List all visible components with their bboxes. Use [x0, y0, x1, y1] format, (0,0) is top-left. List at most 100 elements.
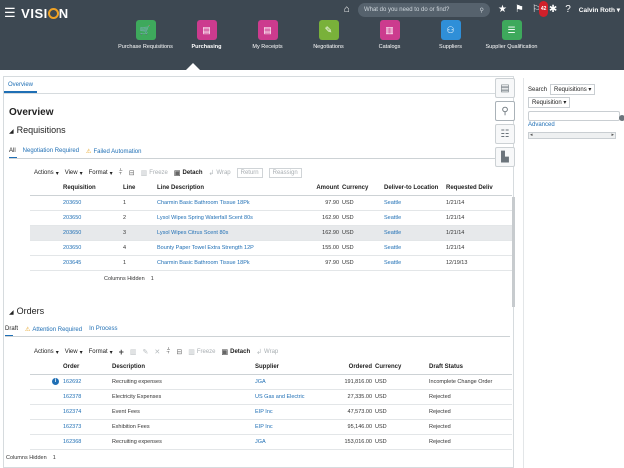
format-menu[interactable]: Format ▾ — [89, 170, 113, 177]
subtab-negotiation-required[interactable]: Negotiation Required — [23, 148, 79, 155]
return-button[interactable]: Return — [236, 168, 263, 178]
search-panel-scrollbar[interactable]: ◂ ▸ — [528, 132, 616, 139]
requisition-link[interactable]: 203645 — [63, 255, 123, 271]
wrap-button[interactable]: ↲ Wrap — [209, 169, 231, 177]
view-menu[interactable]: View ▾ — [65, 170, 83, 177]
info-icon[interactable]: i — [52, 378, 59, 385]
brand-logo[interactable]: VISI N — [21, 6, 68, 21]
tile-catalogs[interactable]: ▥ Catalogs — [359, 20, 420, 51]
tile-negotiations[interactable]: ✎ Negotiations — [298, 20, 359, 51]
table-row[interactable]: i 162692 Recruiting expenses JGA 191,816… — [30, 374, 512, 390]
subtab-draft[interactable]: Draft — [5, 326, 18, 333]
table-row[interactable]: 203650 2 Lysol Wipes Spring Waterfall Sc… — [30, 210, 512, 226]
column-header-order[interactable]: Order — [63, 360, 112, 375]
query-by-example-icon[interactable]: ⊟ — [129, 169, 135, 177]
detach-button[interactable]: ▣ Detach — [222, 348, 251, 356]
table-row[interactable]: 162378 Electricity Expenses US Gas and E… — [30, 389, 512, 405]
reassign-button[interactable]: Reassign — [268, 168, 302, 178]
hamburger-menu-icon[interactable]: ☰ — [4, 5, 16, 21]
filter-icon[interactable]: ⫩ — [119, 169, 123, 177]
cancel-icon[interactable]: ✕ — [154, 348, 160, 356]
requisition-link[interactable]: 203650 — [63, 210, 123, 226]
row-selector[interactable] — [30, 195, 63, 211]
column-header-draft-status[interactable]: Draft Status — [429, 360, 512, 375]
vertical-scrollbar[interactable] — [512, 197, 515, 307]
requisition-link[interactable]: 203650 — [63, 225, 123, 241]
location-link[interactable]: Seattle — [384, 255, 446, 271]
row-selector[interactable] — [30, 404, 63, 420]
order-link[interactable]: 162373 — [63, 419, 112, 435]
collapse-triangle-icon[interactable]: ◢ — [9, 129, 14, 135]
column-header-supplier[interactable]: Supplier — [255, 360, 317, 375]
row-selector[interactable]: i — [30, 374, 63, 390]
freeze-button[interactable]: ▥ Freeze — [141, 169, 168, 177]
list-panel-button[interactable]: ☷ — [495, 124, 515, 144]
settings-icon[interactable]: ✱ — [549, 3, 557, 17]
view-menu[interactable]: View ▾ — [65, 349, 83, 356]
description-link[interactable]: Charmin Basic Bathroom Tissue 18Pk — [157, 255, 264, 271]
favorites-star-icon[interactable]: ★ — [498, 3, 507, 17]
column-header-line[interactable]: Line — [123, 181, 157, 196]
location-link[interactable]: Seattle — [384, 240, 446, 256]
location-link[interactable]: Seattle — [384, 210, 446, 226]
detach-button[interactable]: ▣ Detach — [174, 169, 203, 177]
collapse-triangle-icon[interactable]: ◢ — [9, 310, 14, 316]
column-header-currency[interactable]: Currency — [375, 360, 429, 375]
watchlist-flag-icon[interactable]: ⚑ — [515, 3, 524, 17]
supplier-link[interactable]: US Gas and Electric — [255, 389, 317, 405]
edit-icon[interactable]: ✎ — [143, 348, 149, 356]
description-link[interactable]: Bounty Paper Towel Extra Strength 12P — [157, 240, 264, 256]
supplier-link[interactable]: JGA — [255, 374, 317, 390]
supplier-link[interactable]: EIP Inc — [255, 419, 317, 435]
tile-purchasing[interactable]: ▤ Purchasing — [176, 20, 237, 51]
subtab-all[interactable]: All — [9, 148, 16, 155]
column-header-ordered[interactable]: Ordered — [317, 360, 375, 375]
column-header-description[interactable]: Description — [112, 360, 255, 375]
delete-icon[interactable]: ▥ — [130, 348, 137, 356]
column-header-requested-delivery[interactable]: Requested Deliv — [446, 181, 512, 196]
search-panel-button[interactable]: ⚲ — [495, 101, 515, 121]
location-link[interactable]: Seattle — [384, 195, 446, 211]
tile-suppliers[interactable]: ⚇ Suppliers — [420, 20, 481, 51]
subtab-failed-automation[interactable]: ⚠ Failed Automation — [86, 148, 141, 155]
table-row[interactable]: 203650 4 Bounty Paper Towel Extra Streng… — [30, 240, 512, 256]
notifications-icon[interactable]: ⚐ 42 — [532, 1, 549, 17]
requisition-link[interactable]: 203650 — [63, 195, 123, 211]
tile-supplier-qualification[interactable]: ☰ Supplier Qualification — [481, 20, 542, 51]
scroll-left-icon[interactable]: ◂ — [530, 133, 533, 138]
description-link[interactable]: Lysol Wipes Spring Waterfall Scent 80s — [157, 210, 264, 226]
row-selector[interactable] — [30, 225, 63, 241]
advanced-search-link[interactable]: Advanced — [528, 122, 555, 128]
user-menu[interactable]: Calvin Roth ▾ — [579, 6, 620, 14]
search-scope-select[interactable]: Requisitions ▾ — [550, 84, 596, 95]
order-link[interactable]: 162692 — [63, 374, 112, 390]
actions-menu[interactable]: Actions ▾ — [34, 170, 59, 177]
orders-section-header[interactable]: ◢ Orders — [9, 306, 44, 316]
filter-icon[interactable]: ⫩ — [166, 348, 170, 356]
column-header-deliver-to-location[interactable]: Deliver-to Location — [384, 181, 446, 196]
table-row[interactable]: 203650 1 Charmin Basic Bathroom Tissue 1… — [30, 195, 512, 211]
tab-overview[interactable]: Overview — [4, 77, 38, 93]
subtab-attention-required[interactable]: ⚠ Attention Required — [25, 326, 82, 333]
row-selector[interactable] — [30, 210, 63, 226]
search-icon[interactable]: ⚲ — [480, 7, 484, 14]
format-menu[interactable]: Format ▾ — [89, 349, 113, 356]
location-link[interactable]: Seattle — [384, 225, 446, 241]
tile-my-receipts[interactable]: ▤ My Receipts — [237, 20, 298, 51]
row-selector[interactable] — [30, 240, 63, 256]
add-icon[interactable]: + — [119, 347, 124, 357]
row-selector[interactable] — [30, 255, 63, 271]
supplier-link[interactable]: EIP Inc — [255, 404, 317, 420]
table-row[interactable]: 162374 Event Fees EIP Inc 47,573.00 USD … — [30, 404, 512, 420]
requisition-link[interactable]: 203650 — [63, 240, 123, 256]
table-row[interactable]: 162368 Recruiting expenses JGA 153,016.0… — [30, 434, 512, 450]
supplier-link[interactable]: JGA — [255, 434, 317, 450]
help-icon[interactable]: ? — [565, 3, 571, 17]
column-header-line-description[interactable]: Line Description — [157, 181, 264, 196]
global-search-input[interactable]: What do you need to do or find? ⚲ — [357, 3, 490, 17]
home-icon[interactable]: ⌂ — [344, 3, 350, 17]
requisitions-section-header[interactable]: ◢ Requisitions — [9, 125, 66, 135]
analytics-panel-button[interactable]: ▙ — [495, 147, 515, 167]
order-link[interactable]: 162378 — [63, 389, 112, 405]
table-row[interactable]: 162373 Exhibition Fees EIP Inc 95,146.00… — [30, 419, 512, 435]
